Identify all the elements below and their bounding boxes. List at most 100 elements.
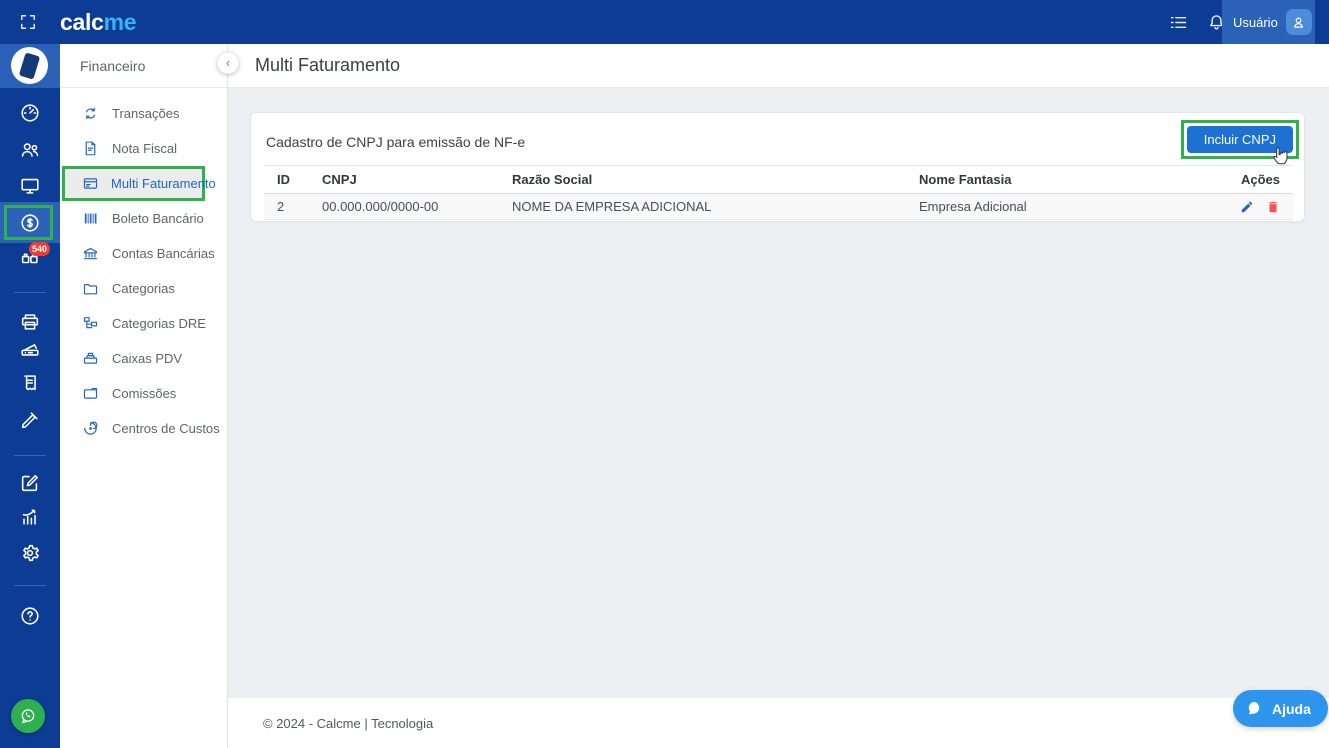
rail-item-settings[interactable] [0, 542, 60, 564]
printer-icon [21, 314, 39, 330]
rail-item-printer[interactable] [0, 311, 60, 333]
sidebar-item-label: Categorias [112, 281, 175, 296]
app-screen: calcme Usuário 540 Financeiro Transações… [0, 0, 1329, 748]
chevron-left-icon: ‹ [225, 55, 231, 70]
sidebar-item-categorias[interactable]: Categorias [60, 271, 227, 306]
app-logo[interactable]: calcme [60, 0, 137, 44]
spiral-icon [82, 420, 99, 437]
edit-row-button[interactable] [1240, 200, 1254, 214]
sidebar-item-contas-bancarias[interactable]: Contas Bancárias [60, 236, 227, 271]
fullscreen-button[interactable] [18, 12, 38, 32]
rail-item-pdv[interactable] [0, 175, 60, 197]
analytics-icon [22, 509, 36, 525]
sidebar-item-centros-de-custos[interactable]: Centros de Custos [60, 411, 227, 446]
whatsapp-icon [21, 709, 35, 724]
incluir-cnpj-button[interactable]: Incluir CNPJ [1186, 126, 1293, 153]
users-icon [21, 143, 39, 157]
cell-razao-social: NOME DA EMPRESA ADICIONAL [499, 193, 906, 220]
user-icon [1294, 17, 1304, 28]
rail-item-help[interactable] [0, 605, 60, 627]
rail-item-scanner[interactable] [0, 338, 60, 360]
cell-id: 2 [264, 193, 309, 220]
col-header-acoes: Ações [1218, 165, 1293, 194]
chat-bubble-icon [1248, 702, 1260, 715]
folder-icon [82, 280, 99, 297]
invoice-icon [82, 140, 99, 157]
sidebar-item-boleto[interactable]: Boleto Bancário [60, 201, 227, 236]
rail-item-edit[interactable] [0, 472, 60, 494]
col-header-razao-social: Razão Social [499, 165, 906, 194]
card-title: Cadastro de CNPJ para emissão de NF-e [266, 134, 526, 150]
logo-part2: me [103, 9, 137, 35]
rail-item-dashboard[interactable] [0, 102, 60, 124]
cell-cnpj: 00.000.000/0000-00 [309, 193, 499, 220]
col-header-nome-fantasia: Nome Fantasia [906, 165, 1218, 194]
tasks-list-icon [1170, 16, 1187, 29]
topbar: calcme Usuário [0, 0, 1329, 44]
sidebar-item-multi-faturamento[interactable]: Multi Faturamento [62, 166, 216, 201]
rail-item-design-tools[interactable] [0, 409, 60, 431]
sidebar-item-label: Nota Fiscal [112, 141, 178, 156]
barcode-icon [82, 210, 99, 227]
sidebar-item-nota-fiscal[interactable]: Nota Fiscal [60, 131, 227, 166]
col-header-id: ID [264, 165, 309, 194]
rail-divider [14, 585, 46, 586]
content-area: Cadastro de CNPJ para emissão de NF-e In… [228, 88, 1329, 698]
row-actions [1231, 200, 1280, 214]
cell-nome-fantasia: Empresa Adicional [906, 193, 1218, 220]
cnpj-card: Cadastro de CNPJ para emissão de NF-e In… [250, 112, 1305, 222]
table-row: 2 00.000.000/0000-00 NOME DA EMPRESA ADI… [264, 193, 1293, 220]
sidebar-item-label: Centros de Custos [112, 421, 220, 436]
gear-icon [23, 544, 39, 562]
scanner-icon [21, 344, 39, 356]
whatsapp-button[interactable] [11, 699, 45, 733]
annotation-highlight-button: Incluir CNPJ [1180, 120, 1299, 165]
sidebar-financeiro: Financeiro Transações Nota Fiscal Multi … [60, 44, 228, 748]
sidebar-item-categorias-dre[interactable]: Categorias DRE [60, 306, 227, 341]
main-area: Multi Faturamento Cadastro de CNPJ para … [228, 44, 1329, 748]
sidebar-item-label: Boleto Bancário [112, 211, 204, 226]
copyright-text: © 2024 - Calcme | Tecnologia [263, 715, 434, 731]
logo-part1: calc [60, 9, 104, 35]
rail-item-analytics[interactable] [0, 506, 60, 528]
page-header: Multi Faturamento [228, 44, 1329, 88]
edit-icon [21, 475, 38, 492]
sidebar-item-label: Caixas PDV [112, 351, 183, 366]
bank-icon [82, 245, 99, 262]
monitor-icon [21, 178, 39, 194]
sidebar-item-label: Transações [112, 106, 180, 121]
rail-item-receipts[interactable] [0, 372, 60, 394]
tasks-button[interactable] [1168, 12, 1189, 33]
company-avatar[interactable] [0, 44, 60, 88]
sidebar-menu: Transações Nota Fiscal Multi Faturamento… [60, 96, 227, 446]
rail-divider [14, 292, 46, 293]
orders-count-badge: 540 [29, 242, 51, 256]
sidebar-title: Financeiro [60, 44, 227, 88]
rail-selected-financeiro[interactable] [0, 202, 60, 243]
icon-rail: 540 [0, 44, 60, 748]
dashboard-icon [21, 104, 39, 122]
sidebar-item-comissoes[interactable]: Comissões [60, 376, 227, 411]
sidebar-item-transacoes[interactable]: Transações [60, 96, 227, 131]
rail-divider [14, 455, 46, 456]
sync-icon [82, 105, 99, 122]
fullscreen-icon [21, 15, 35, 29]
table-header-row: ID CNPJ Razão Social Nome Fantasia Ações [264, 165, 1293, 194]
edit-pencil-icon [1241, 201, 1253, 212]
sidebar-item-caixas-pdv[interactable]: Caixas PDV [60, 341, 227, 376]
user-label: Usuário [1233, 14, 1278, 30]
help-fab-label: Ajuda [1272, 700, 1311, 717]
cnpj-table: ID CNPJ Razão Social Nome Fantasia Ações… [264, 165, 1293, 220]
annotation-highlight-rail [4, 205, 53, 240]
sidebar-collapse-button[interactable]: ‹ [217, 52, 239, 74]
company-logo-mark [18, 52, 41, 80]
sidebar-item-label: Comissões [112, 386, 177, 401]
pencil-ruler-icon [21, 412, 38, 429]
user-menu[interactable]: Usuário [1222, 0, 1315, 44]
wallet-icon [82, 385, 99, 402]
col-header-cnpj: CNPJ [309, 165, 499, 194]
delete-row-button[interactable] [1266, 200, 1280, 214]
rail-item-users[interactable] [0, 139, 60, 161]
help-fab-button[interactable]: Ajuda [1233, 690, 1328, 727]
receipt-icon [24, 375, 36, 391]
